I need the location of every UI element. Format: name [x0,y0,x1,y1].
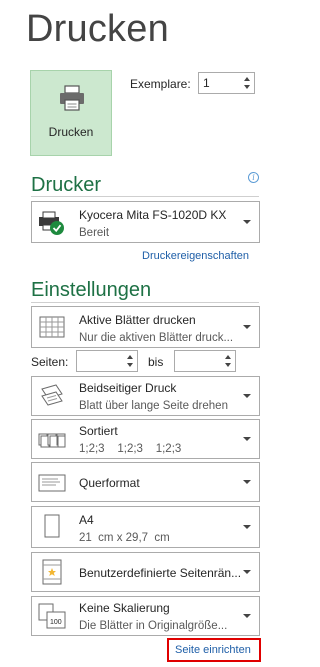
pages-from-input[interactable] [76,350,138,372]
page-setup-link[interactable]: Seite einrichten [167,638,261,662]
printer-ready-icon [39,211,64,235]
print-button-label: Drucken [48,125,94,139]
info-icon[interactable]: i [248,172,259,183]
printer-divider [31,196,259,197]
copies-spinner[interactable] [242,73,252,93]
printer-status: Bereit [79,227,110,239]
custom-margins-icon [42,559,62,585]
collated-pages-icon [38,433,66,448]
chevron-down-icon [243,325,251,329]
scaling-icon-text: 100 [50,619,62,626]
printer-name: Kyocera Mita FS-1020D KX [79,208,227,222]
copies-value: 1 [203,76,210,90]
scaling-icon: 100 [38,603,66,629]
chevron-down-icon [243,480,251,484]
printer-icon [60,85,84,111]
print-button[interactable]: Drucken [30,70,112,156]
collate-subtitle: 1;2;3 1;2;3 1;2;3 [79,443,182,455]
chevron-down-icon [243,220,251,224]
paper-size-icon [44,514,60,538]
scaling-title: Keine Skalierung [79,601,170,615]
pages-to-spinner[interactable] [223,351,233,371]
chevron-down-icon [243,525,251,529]
chevron-down-icon [243,437,251,441]
paper-size-subtitle: 21 cm x 29,7 cm [79,532,170,544]
spin-down-icon[interactable] [225,363,231,367]
printer-select[interactable]: Kyocera Mita FS-1020D KX Bereit [31,201,260,243]
duplex-print-icon [41,384,63,406]
spin-up-icon[interactable] [244,77,250,81]
printer-heading: Drucker [31,174,102,196]
collate-title: Sortiert [79,424,118,438]
settings-heading: Einstellungen [31,279,152,301]
pages-to-input[interactable] [174,350,236,372]
spin-up-icon[interactable] [225,355,231,359]
print-what-title: Aktive Blätter drucken [79,313,196,327]
chevron-down-icon [243,570,251,574]
scaling-subtitle: Die Blätter in Originalgröße... [79,620,228,632]
margins-select[interactable]: Benutzerdefinierte Seitenrän... [31,552,260,592]
scaling-select[interactable]: 100 Keine Skalierung Die Blätter in Orig… [31,596,260,636]
margins-title: Benutzerdefinierte Seitenrän... [79,566,242,580]
orientation-select[interactable]: Querformat [31,462,260,502]
chevron-down-icon [243,394,251,398]
settings-divider [31,302,259,303]
duplex-select[interactable]: Beidseitiger Druck Blatt über lange Seit… [31,376,260,416]
spin-down-icon[interactable] [127,363,133,367]
duplex-subtitle: Blatt über lange Seite drehen [79,400,228,412]
paper-size-title: A4 [79,513,94,527]
print-what-subtitle: Nur die aktiven Blätter druck... [79,332,234,344]
sheet-grid-icon [39,316,65,338]
spin-up-icon[interactable] [127,355,133,359]
page-setup-link-label: Seite einrichten [175,644,251,656]
collate-select[interactable]: Sortiert 1;2;3 1;2;3 1;2;3 [31,419,260,459]
paper-size-select[interactable]: A4 21 cm x 29,7 cm [31,506,260,548]
pages-from-spinner[interactable] [125,351,135,371]
printer-properties-link[interactable]: Druckereigenschaften [142,250,249,262]
spin-down-icon[interactable] [244,85,250,89]
copies-label: Exemplare: [130,77,191,91]
print-what-select[interactable]: Aktive Blätter drucken Nur die aktiven B… [31,306,260,348]
copies-input[interactable]: 1 [198,72,255,94]
pages-to-label: bis [148,355,164,369]
pages-label: Seiten: [31,355,69,369]
landscape-orientation-icon [38,474,66,492]
orientation-title: Querformat [79,476,140,490]
page-title: Drucken [26,8,169,50]
duplex-title: Beidseitiger Druck [79,381,177,395]
chevron-down-icon [243,614,251,618]
